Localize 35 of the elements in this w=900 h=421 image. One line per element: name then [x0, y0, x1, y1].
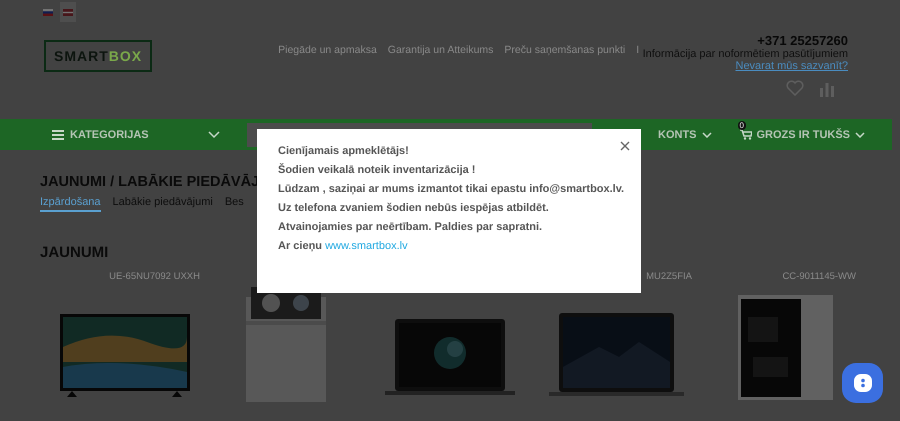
nav-link[interactable]: Garantija un Atteikums: [388, 44, 494, 56]
chat-button[interactable]: [842, 363, 883, 403]
phone-number: +371 25257260: [757, 34, 848, 48]
notice-text: Atvainojamies par neērtībam. Paldies par sapratni.: [278, 221, 544, 234]
chevron-icon: [208, 130, 220, 138]
close-button[interactable]: [618, 139, 632, 153]
cart-count: 0: [738, 120, 746, 130]
product-title[interactable]: UE-65NU7092 UXXH: [109, 271, 204, 283]
close-icon: [620, 141, 630, 151]
tab[interactable]: Izpārdošana: [40, 196, 101, 212]
flag-icon: [63, 8, 73, 16]
cart-button[interactable]: GROZS IR TUKŠS: [734, 128, 872, 142]
chevron-icon: [702, 132, 712, 138]
contact-link[interactable]: Nevarat mūs sazvanīt?: [736, 60, 848, 72]
notice-text: Šodien veikalā noteik inventarizācija !: [278, 164, 476, 178]
nav-link[interactable]: Piegāde un apmaksa: [278, 44, 377, 56]
section-title: JAUNUMI: [40, 244, 108, 261]
language-flag[interactable]: [60, 2, 76, 22]
website-link[interactable]: www.smartbox.lv: [325, 240, 408, 252]
cart-icon: [740, 129, 752, 140]
notice-text: Uz telefona zvaniem šodien nebūs iespējas atbildēt.: [278, 202, 550, 216]
chevron-icon: [855, 132, 866, 138]
nav-link[interactable]: I: [636, 44, 640, 56]
flag-icon: [43, 8, 53, 16]
notice-text: Cienījamais apmeklētājs!: [278, 145, 410, 158]
closing-text: Ar cieņu: [278, 240, 322, 252]
page-heading: JAUNUMI / LABĀKIE PIEDĀVĀJ: [40, 174, 260, 190]
product-title[interactable]: MU2Z5FIA: [646, 271, 696, 283]
chat-icon: [852, 373, 872, 393]
notice-text: Lūdzam , saziņai ar mums izmantot tikai epastu info@smartbox.lv.: [278, 183, 621, 196]
product-title[interactable]: CC-9011145-WW: [782, 271, 860, 283]
account-button[interactable]: KONTS: [652, 128, 718, 142]
menu-icon: [52, 130, 64, 140]
categories-button[interactable]: KATEGORIJAS: [0, 128, 230, 140]
nav-link[interactable]: Preču saņemšanas punkti: [504, 44, 626, 56]
